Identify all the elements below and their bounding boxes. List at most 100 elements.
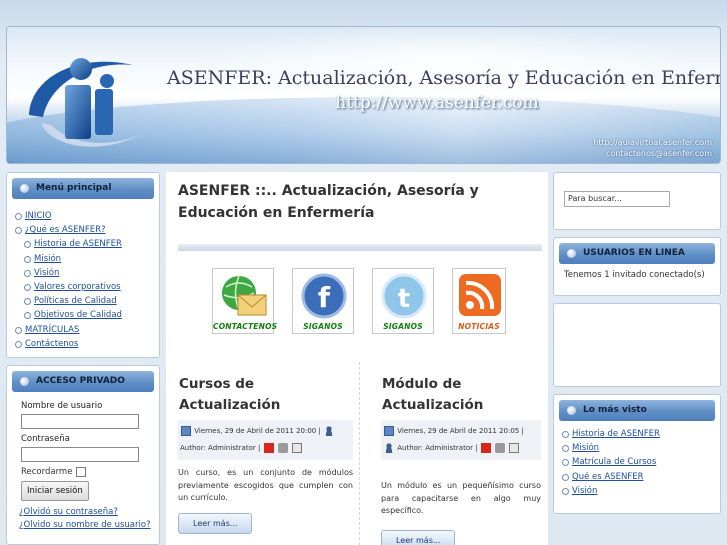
- calendar-icon: [384, 426, 394, 436]
- search-module: Para buscar...: [553, 172, 721, 230]
- pdf-icon[interactable]: [480, 443, 491, 453]
- facebook-button[interactable]: f SIGANOS: [292, 268, 354, 334]
- menu-link[interactable]: Valores corporativos: [34, 282, 121, 292]
- search-input[interactable]: Para buscar...: [564, 191, 670, 207]
- contact-globe-mail-icon: [222, 275, 267, 316]
- menu-item-politicas[interactable]: Políticas de Calidad: [24, 294, 151, 308]
- menu-item-inicio[interactable]: INICIO: [15, 209, 151, 223]
- popular-link[interactable]: Matrícula de Cursos: [572, 457, 656, 467]
- bullet-icon: [20, 184, 29, 193]
- twitter-button[interactable]: t SIGANOS: [372, 268, 434, 334]
- menu-link[interactable]: Políticas de Calidad: [34, 296, 117, 306]
- popular-module: Lo más visto Historia de ASENFER Misión …: [553, 394, 721, 514]
- menu-link[interactable]: Misión: [34, 254, 61, 264]
- svg-text:f: f: [318, 281, 331, 314]
- contact-email[interactable]: contactenos@asenfer.com: [593, 148, 712, 159]
- user-icon: [324, 426, 335, 436]
- menu-item-matriculas[interactable]: MATRÍCULAS: [15, 323, 151, 337]
- popular-item[interactable]: Visión: [562, 484, 712, 498]
- empty-module: [553, 303, 721, 387]
- article-meta: Viernes, 29 de Abril de 2011 20:05 | Aut…: [381, 420, 541, 460]
- popular-link[interactable]: Historia de ASENFER: [572, 429, 660, 439]
- popular-list: Historia de ASENFER Misión Matrícula de …: [562, 427, 712, 498]
- menu-link[interactable]: Historia de ASENFER: [34, 239, 122, 249]
- username-label: Nombre de usuario: [21, 401, 103, 411]
- popular-item[interactable]: Misión: [562, 441, 712, 455]
- left-column: Menú principal INICIO ¿Qué es ASENFER? H…: [6, 172, 160, 545]
- article-intro: Un curso, es un conjunto de módulos prev…: [178, 468, 353, 502]
- menu-link[interactable]: MATRÍCULAS: [25, 325, 79, 335]
- remember-label: Recordarme: [21, 467, 73, 477]
- menu-item-contactenos[interactable]: Contáctenos: [15, 337, 151, 351]
- article-date: Viernes, 29 de Abril de 2011 20:05: [397, 427, 520, 435]
- article-title[interactable]: Módulo de Actualización: [382, 374, 541, 416]
- login-body: Nombre de usuario Contraseña Recordarme …: [7, 392, 159, 540]
- rss-feed-icon: [459, 274, 501, 316]
- main-menu-header: Menú principal: [12, 178, 154, 199]
- aulavirtual-link[interactable]: http://aulavirtual.asenfer.com: [593, 137, 712, 148]
- contact-us-button[interactable]: CONTACTENOS: [212, 268, 277, 334]
- pdf-icon[interactable]: [263, 443, 274, 453]
- main-menu-title: Menú principal: [36, 183, 112, 193]
- popular-link[interactable]: Visión: [572, 486, 597, 496]
- online-users-text: Tenemos 1 invitado conectado(s): [564, 270, 705, 280]
- forgot-username-link[interactable]: ¿Olvido su nombre de usuario?: [19, 519, 151, 532]
- facebook-icon: f: [301, 273, 347, 319]
- login-title: ACCESO PRIVADO: [36, 376, 125, 386]
- site-title: ASENFER: Actualización, Asesoría y Educa…: [167, 67, 721, 89]
- popular-item[interactable]: Historia de ASENFER: [562, 427, 712, 441]
- email-icon[interactable]: [509, 443, 520, 453]
- popular-body: Historia de ASENFER Misión Matrícula de …: [554, 421, 720, 506]
- bullet-icon: [567, 249, 576, 258]
- login-header: ACCESO PRIVADO: [12, 371, 154, 392]
- popular-header: Lo más visto: [559, 400, 715, 421]
- menu-item-valores[interactable]: Valores corporativos: [24, 280, 151, 294]
- menu-link[interactable]: Objetivos de Calidad: [34, 310, 122, 320]
- menu-link[interactable]: Contáctenos: [25, 339, 78, 349]
- article-cursos: Cursos de Actualización Viernes, 29 de A…: [178, 374, 353, 534]
- online-users-module: USUARIOS EN LINEA Tenemos 1 invitado con…: [553, 237, 721, 296]
- popular-item[interactable]: Qué es ASENFER: [562, 470, 712, 484]
- print-icon[interactable]: [277, 443, 288, 453]
- asenfer-logo-icon[interactable]: [21, 45, 151, 157]
- email-icon[interactable]: [292, 443, 303, 453]
- article-modulo: Módulo de Actualización Viernes, 29 de A…: [381, 374, 541, 545]
- menu-item-que-es-asenfer[interactable]: ¿Qué es ASENFER?: [15, 223, 151, 237]
- main-menu-module: Menú principal INICIO ¿Qué es ASENFER? H…: [6, 172, 160, 358]
- menu-link[interactable]: Visión: [34, 268, 59, 278]
- popular-item[interactable]: Matrícula de Cursos: [562, 455, 712, 469]
- page-title-prefix: ASENFER ::..: [178, 183, 282, 199]
- article-author: Author: Administrator: [397, 444, 473, 452]
- calendar-icon: [181, 426, 191, 436]
- remember-checkbox[interactable]: [76, 467, 87, 477]
- password-field[interactable]: [21, 447, 139, 462]
- menu-item-objetivos[interactable]: Objetivos de Calidad: [24, 308, 151, 322]
- title-divider: [178, 244, 542, 251]
- login-submit-button[interactable]: Iniciar sesión: [21, 481, 89, 501]
- twitter-icon: t: [381, 273, 427, 319]
- news-rss-button[interactable]: NOTICIAS: [452, 268, 506, 334]
- read-more-button[interactable]: Leer más...: [381, 529, 456, 545]
- page-title: ASENFER ::.. Actualización, Asesoría y E…: [178, 180, 538, 224]
- menu-item-mision[interactable]: Misión: [24, 252, 151, 266]
- popular-link[interactable]: Misión: [572, 443, 599, 453]
- bullet-icon: [20, 377, 29, 386]
- social-caption: SIGANOS: [303, 322, 343, 331]
- read-more-button[interactable]: Leer más...: [178, 512, 253, 534]
- remember-row: Recordarme: [21, 467, 151, 477]
- menu-link[interactable]: INICIO: [25, 211, 52, 221]
- menu-link[interactable]: ¿Qué es ASENFER?: [25, 225, 106, 235]
- article-title[interactable]: Cursos de Actualización: [179, 374, 353, 416]
- main-menu-body: INICIO ¿Qué es ASENFER? Historia de ASEN…: [7, 199, 159, 359]
- social-caption: SIGANOS: [383, 322, 423, 331]
- print-icon[interactable]: [495, 443, 506, 453]
- right-column: Para buscar... USUARIOS EN LINEA Tenemos…: [553, 172, 721, 521]
- article-separator: [359, 362, 360, 545]
- svg-text:t: t: [398, 284, 410, 314]
- username-field[interactable]: [21, 414, 139, 429]
- menu-item-historia[interactable]: Historia de ASENFER: [24, 237, 151, 251]
- online-users-header: USUARIOS EN LINEA: [559, 243, 715, 264]
- forgot-password-link[interactable]: ¿Olvidó su contraseña?: [19, 506, 151, 519]
- popular-link[interactable]: Qué es ASENFER: [572, 472, 643, 482]
- menu-item-vision[interactable]: Visión: [24, 266, 151, 280]
